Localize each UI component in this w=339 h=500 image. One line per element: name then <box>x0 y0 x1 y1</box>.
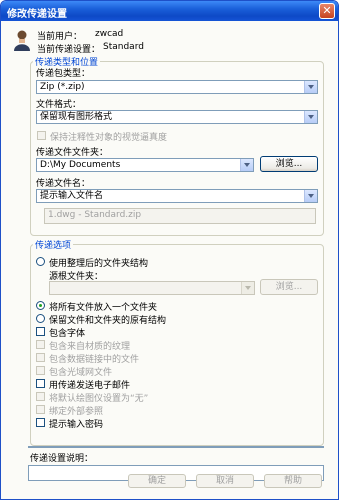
chevron-down-icon[interactable] <box>304 81 317 93</box>
preserve-fidelity-checkbox[interactable] <box>37 131 46 140</box>
folder-select[interactable]: D:\My Documents <box>36 158 254 172</box>
chevron-down-icon[interactable] <box>304 190 317 202</box>
keep-structure-label: 保留文件和文件夹的原有结构 <box>49 316 167 326</box>
dialog-body: 当前用户： zwcad 当前传递设置： Standard 传递类型和位置 传递包… <box>1 21 338 499</box>
prompt-password-checkbox[interactable] <box>36 418 45 427</box>
filename-select[interactable]: 提示输入文件名 <box>36 189 318 203</box>
file-format-value: 保留现有图形格式 <box>40 112 113 122</box>
default-plotter-none-checkbox[interactable] <box>36 392 45 401</box>
current-setting-value: Standard <box>103 42 144 52</box>
current-setting-label: 当前传递设置： <box>37 45 101 55</box>
chevron-down-icon[interactable] <box>241 282 254 294</box>
help-button[interactable]: 帮助 <box>264 474 322 488</box>
cancel-button[interactable]: 取消 <box>196 474 254 488</box>
send-email-checkbox[interactable] <box>36 379 45 388</box>
close-button[interactable]: ✕ <box>319 3 335 19</box>
include-photometric-web-checkbox[interactable] <box>36 366 45 375</box>
include-photometric-web-label: 包含光域网文件 <box>49 368 113 378</box>
package-type-value: Zip (*.zip) <box>40 82 85 92</box>
ok-button[interactable]: 确定 <box>128 474 186 488</box>
source-root-select[interactable] <box>49 281 255 295</box>
include-data-links-label: 包含数据链接中的文件 <box>49 355 140 365</box>
organized-structure-label: 使用整理后的文件夹结构 <box>49 259 149 269</box>
prompt-password-label: 提示输入密码 <box>49 420 104 430</box>
filename-label: 传递文件名： <box>36 179 91 189</box>
include-data-links-checkbox[interactable] <box>36 353 45 362</box>
browse-source-root-button[interactable]: 浏览... <box>260 279 318 295</box>
keep-structure-radio[interactable] <box>36 314 45 323</box>
preserve-fidelity-label: 保持注释性对象的视觉逼真度 <box>50 133 168 143</box>
bind-xrefs-label: 绑定外部参照 <box>49 407 104 417</box>
description-label: 传递设置说明： <box>30 454 94 464</box>
options-legend: 传递选项 <box>33 238 74 251</box>
browse-folder-button[interactable]: 浏览... <box>260 156 318 172</box>
include-fonts-label: 包含字体 <box>49 329 86 339</box>
default-plotter-none-label: 将默认绘图仪设置为“无” <box>49 394 149 404</box>
window-title: 修改传递设置 <box>7 9 67 20</box>
single-folder-radio[interactable] <box>36 301 45 310</box>
file-format-label: 文件格式： <box>36 100 82 110</box>
send-email-label: 用传递发送电子邮件 <box>49 381 131 391</box>
bind-xrefs-checkbox[interactable] <box>36 405 45 414</box>
title-bar: 修改传递设置 ✕ <box>1 1 338 21</box>
single-folder-label: 将所有文件放入一个文件夹 <box>49 303 158 313</box>
folder-value: D:\My Documents <box>40 160 121 170</box>
filename-value: 提示输入文件名 <box>40 191 104 201</box>
folder-label: 传递文件文件夹： <box>36 148 109 158</box>
chevron-down-icon[interactable] <box>240 159 253 171</box>
current-user-label: 当前用户： <box>37 32 83 42</box>
include-textures-checkbox[interactable] <box>36 340 45 349</box>
chevron-down-icon[interactable] <box>304 111 317 123</box>
package-type-select[interactable]: Zip (*.zip) <box>36 80 318 94</box>
include-fonts-checkbox[interactable] <box>36 327 45 336</box>
filename-preview-field: 1.dwg - Standard.zip <box>44 208 316 224</box>
file-format-select[interactable]: 保留现有图形格式 <box>36 110 318 124</box>
transmittal-settings-dialog: 修改传递设置 ✕ 当前用户： zwcad 当前传递设置： Standard 传递… <box>0 0 339 500</box>
organized-structure-radio[interactable] <box>36 257 45 266</box>
package-type-label: 传递包类型： <box>36 69 91 79</box>
description-top-line <box>28 446 324 448</box>
include-textures-label: 包含来自材质的纹理 <box>49 342 131 352</box>
user-avatar-icon <box>14 30 30 51</box>
current-user-value: zwcad <box>95 29 124 39</box>
